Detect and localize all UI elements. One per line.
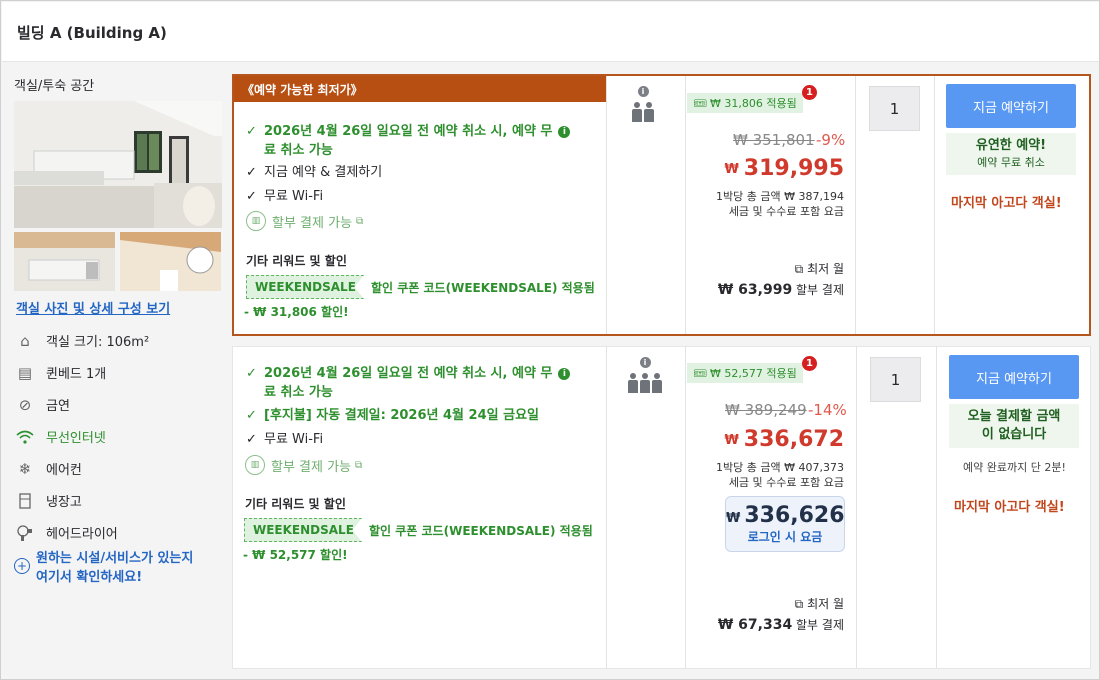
other-rewards-title: 기타 리워드 및 할인 [245,497,346,511]
free-cancellation-condition: ✓ 2026년 4월 26일 일요일 전 예약 취소 시, 예약 무i 료 취소 … [246,364,596,402]
price-breakdown: 1박당 총 금액 ₩ 407,373 세금 및 수수료 포함 요금 [716,461,844,489]
plus-circle-icon: + [14,558,30,574]
feature-wifi: 무선인터넷 [14,427,106,446]
price-breakdown: 1박당 총 금액 ₩ 387,194 세금 및 수수료 포함 요금 [716,190,844,218]
discount-percent: -9% [816,131,846,149]
coupon-applied-text: 할인 쿠폰 코드(WEEKENDSALE) 적용됨 [371,281,595,295]
coupon-tag: WEEKENDSALE [246,275,364,299]
header-bar: 빌딩 A (Building A) [2,2,1099,62]
installment-icon: ▥ [246,211,266,231]
coupon-applied-text: 할인 쿠폰 코드(WEEKENDSALE) 적용됨 [369,524,593,538]
room-thumbnail-2[interactable] [120,232,221,291]
bed-icon: ▤ [17,363,33,382]
last-room-notice: 마지막 아고다 객실! [954,500,1065,515]
coupon-tag: WEEKENDSALE [244,518,362,542]
occupancy-three-adults: i [628,357,662,393]
occupancy-info-icon[interactable]: i [637,86,649,97]
room-main-photo[interactable] [14,101,222,228]
person-icon [640,373,650,393]
no-smoking-icon: ⊘ [18,395,32,414]
coupon-applied-badge: 🎟 ₩ 52,577 적용됨 [687,363,803,383]
snowflake-icon: ❄ [18,459,32,478]
final-price: ₩336,672 [724,427,844,452]
room-details-link[interactable]: 객실 사진 및 상세 구성 보기 [16,298,170,317]
last-room-notice: 마지막 아고다 객실! [951,196,1062,211]
free-cancellation-condition: ✓ 2026년 4월 26일 일요일 전 예약 취소 시, 예약 무i 료 취소 … [246,122,596,160]
member-login-price[interactable]: ₩336,626 로그인 시 요금 [725,496,845,552]
external-link-icon: ⧉ [794,262,804,276]
feature-bed: ▤ 퀸베드 1개 [14,363,106,383]
external-link-icon: ⧉ [355,459,363,471]
room-thumbnail-1[interactable] [14,232,115,291]
discount-amount: - ₩ 52,577 할인! [243,548,348,562]
ask-facility-link[interactable]: + 원하는 시설/서비스가 있는지 여기서 확인하세요! [14,549,193,587]
notification-badge: 1 [802,356,817,371]
occupancy-info-icon[interactable]: i [639,357,651,368]
external-link-icon: ⧉ [356,215,364,227]
final-price: ₩319,995 [724,156,844,181]
book-now-button[interactable]: 지금 예약하기 [946,84,1076,128]
person-icon [644,102,654,122]
autopay-condition: ✓ [후지불] 자동 결제일: 2026년 4월 24일 금요일 [246,408,539,423]
monthly-installment: ⧉ 최저 월 ₩ 63,999 할부 결제 [717,262,844,298]
occupancy-two-adults: i [632,86,654,122]
person-icon [652,373,662,393]
lowest-price-badge: 《예약 가능한 최저가》 [234,76,606,102]
page-frame: 빌딩 A (Building A) 객실/투숙 공간 객실 사진 및 상세 구성… [0,0,1100,680]
original-price: ₩ 351,801 [733,131,815,149]
time-remaining-notice: 예약 완료까지 단 2분! [963,461,1066,474]
notification-badge: 1 [802,85,817,100]
person-icon [632,102,642,122]
installment-link[interactable]: ▥ 할부 결제 가능 ⧉ [246,211,363,231]
feature-hairdryer: 헤어드라이어 [14,523,118,542]
feature-room-size: ⌂ 객실 크기: 106m² [14,331,149,351]
external-link-icon: ⧉ [794,597,804,611]
hairdryer-icon [14,524,36,542]
book-now-button[interactable]: 지금 예약하기 [949,355,1079,399]
book-pay-now-condition: ✓ 지금 예약 & 결제하기 [246,165,383,180]
info-icon[interactable]: i [558,368,571,380]
room-quantity-select[interactable]: 1 [870,357,921,402]
room-section-label: 객실/투숙 공간 [14,79,95,94]
person-icon [628,373,638,393]
installment-icon: ▥ [245,455,265,475]
discount-percent: -14% [808,401,847,419]
room-info-column: 객실/투숙 공간 객실 사진 및 상세 구성 보기 ⌂ 객실 크기: 106m²… [14,63,224,680]
free-wifi-condition: ✓ 무료 Wi-Fi [246,432,324,447]
free-wifi-condition: ✓ 무료 Wi-Fi [246,189,324,204]
flexible-booking-box: 유연한 예약! 예약 무료 취소 [946,133,1076,175]
offer-card-1: 《예약 가능한 최저가》 ✓ 2026년 4월 26일 일요일 전 예약 취소 시… [232,74,1091,336]
discount-amount: - ₩ 31,806 할인! [244,305,349,319]
ticket-icon: 🎟 [693,366,707,380]
other-rewards-title: 기타 리워드 및 할인 [246,254,347,268]
fridge-icon [14,492,36,510]
room-quantity-select[interactable]: 1 [869,86,920,131]
feature-air-conditioner: ❄ 에어컨 [14,459,82,479]
ticket-icon: 🎟 [693,96,707,110]
original-price: ₩ 389,249 [725,401,807,419]
offer-card-2: ✓ 2026년 4월 26일 일요일 전 예약 취소 시, 예약 무i 료 취소 … [232,346,1091,669]
page-title: 빌딩 A (Building A) [17,24,167,42]
house-size-icon: ⌂ [20,331,30,350]
coupon-applied-badge: 🎟 ₩ 31,806 적용됨 [687,93,803,113]
feature-no-smoking: ⊘ 금연 [14,395,70,415]
info-icon[interactable]: i [558,126,571,138]
wifi-icon [14,428,36,446]
feature-fridge: 냉장고 [14,491,82,510]
monthly-installment: ⧉ 최저 월 ₩ 67,334 할부 결제 [717,597,844,633]
installment-link[interactable]: ▥ 할부 결제 가능 ⧉ [245,455,362,475]
pay-nothing-today-box: 오늘 결제할 금액 이 없습니다 [949,404,1079,448]
